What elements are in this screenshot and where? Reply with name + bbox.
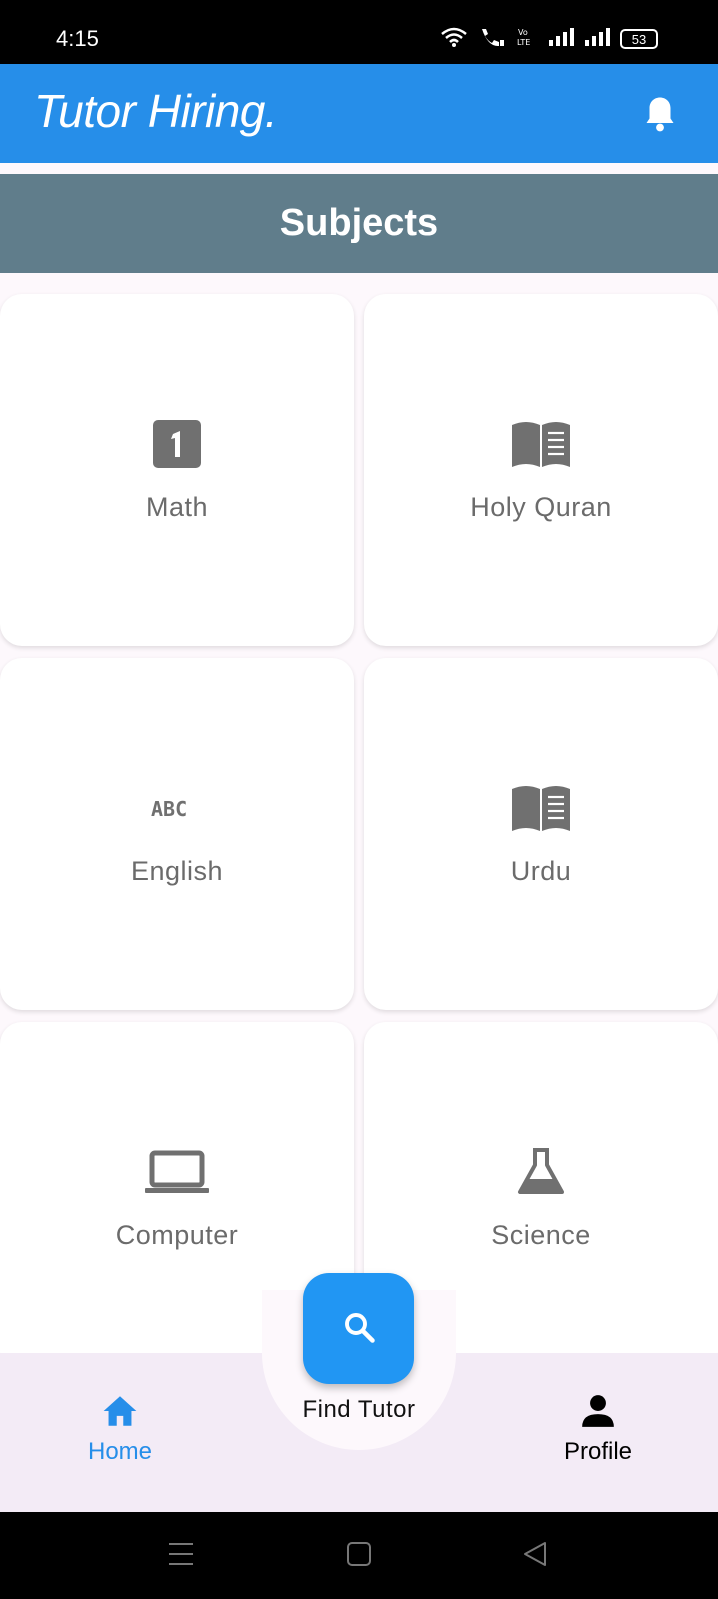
laptop-icon	[0, 1147, 354, 1197]
signal-icon	[548, 27, 574, 51]
svg-text:Vo: Vo	[518, 28, 528, 37]
menu-icon[interactable]	[168, 1540, 194, 1572]
find-tutor-button[interactable]	[303, 1273, 414, 1384]
person-icon	[579, 1395, 617, 1433]
flask-icon	[364, 1147, 718, 1197]
subject-card-urdu[interactable]: Urdu	[364, 658, 718, 1010]
menu-book-icon	[364, 783, 718, 833]
menu-book-icon	[364, 419, 718, 469]
section-title: Subjects	[279, 202, 439, 244]
volte-icon: Vo LTE	[516, 26, 538, 52]
subject-label: Holy Quran	[470, 492, 612, 522]
home-icon	[100, 1396, 140, 1433]
svg-text:ABC: ABC	[151, 797, 187, 821]
subject-label: Computer	[115, 1220, 239, 1250]
subjects-header: Subjects	[0, 174, 718, 273]
battery-icon: 53	[620, 29, 658, 49]
subject-label: English	[130, 856, 224, 886]
wifi-icon	[440, 26, 468, 52]
svg-text:LTE: LTE	[517, 38, 530, 47]
subject-label: Urdu	[510, 856, 572, 886]
status-time: 4:15	[56, 26, 99, 51]
abc-icon: ABC	[0, 783, 354, 833]
status-icons: Vo LTE 53	[440, 26, 658, 52]
subject-label: Science	[491, 1220, 591, 1250]
nav-item-home[interactable]: Home	[70, 1393, 170, 1466]
subject-card-holy-quran[interactable]: Holy Quran	[364, 294, 718, 646]
subject-card-math[interactable]: Math	[0, 294, 354, 646]
search-icon	[341, 1309, 377, 1349]
looks-one-icon	[0, 419, 354, 469]
subject-card-english[interactable]: ABC English	[0, 658, 354, 1010]
nav-item-profile[interactable]: Profile	[548, 1393, 648, 1466]
nav-label-profile: Profile	[563, 1438, 633, 1465]
wifi-call-icon	[478, 26, 506, 52]
system-nav-bar	[0, 1512, 718, 1599]
signal-icon	[584, 27, 610, 51]
app-bar: Tutor Hiring.	[0, 64, 718, 163]
back-icon[interactable]	[522, 1540, 548, 1572]
subject-label: Math	[145, 492, 209, 522]
find-tutor-label: Find Tutor	[302, 1396, 416, 1423]
app-title: Tutor Hiring.	[34, 85, 278, 137]
bell-icon[interactable]	[642, 94, 678, 138]
nav-label-home: Home	[87, 1438, 153, 1465]
home-square-icon[interactable]	[346, 1540, 372, 1572]
status-bar: 4:15 Vo LTE 53	[0, 0, 718, 64]
